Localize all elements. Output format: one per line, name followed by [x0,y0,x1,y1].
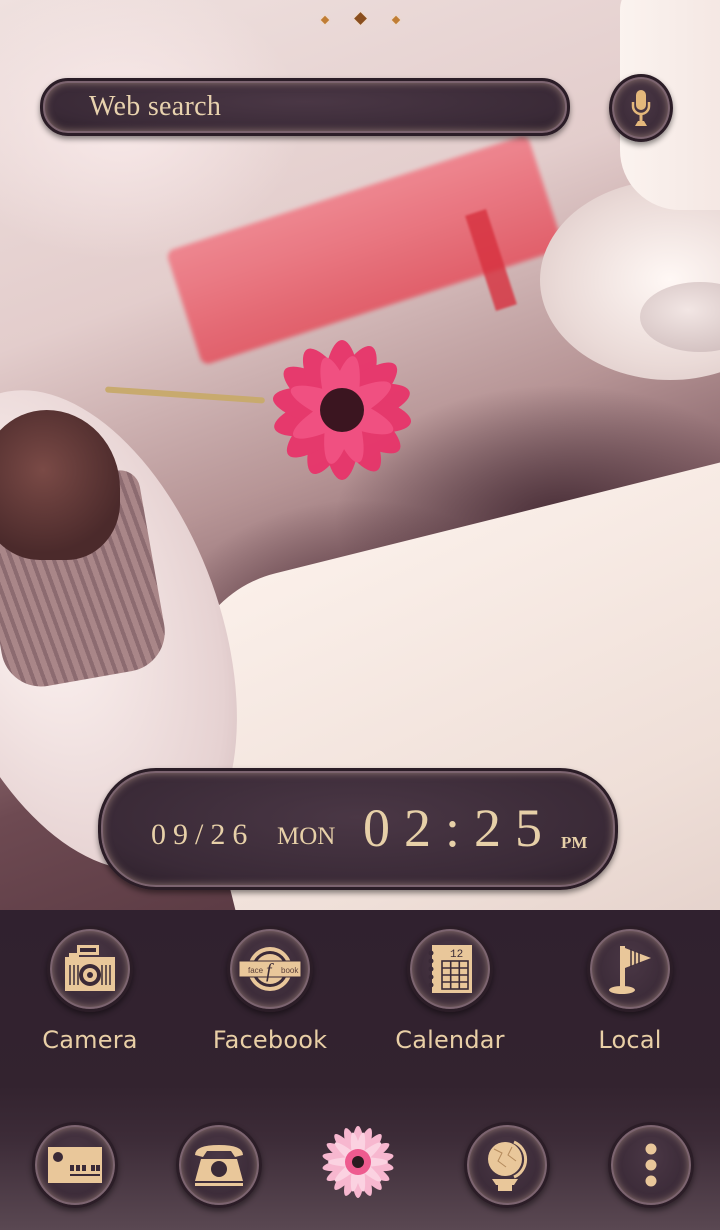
phone-icon [195,1145,243,1186]
voice-search-button[interactable] [609,74,673,142]
calendar-badge[interactable]: 12 [407,926,493,1012]
dock-more[interactable] [608,1122,694,1208]
page-indicator [0,10,720,28]
app-local[interactable]: Local [565,926,695,1054]
app-label: Camera [42,1026,138,1054]
facebook-icon-text-right: book [281,966,299,975]
facebook-icon-text-left: face [248,966,264,975]
flag-icon [609,946,651,994]
camera-icon [65,945,115,991]
web-search-bar[interactable]: Web search [40,78,570,136]
clock-time: 02:25 [363,798,557,858]
dock-browser[interactable] [464,1122,550,1208]
page-dot [391,15,400,25]
more-icon [645,1143,657,1187]
calendar-icon-date: 12 [450,949,463,961]
flower-app-drawer-icon [322,1126,394,1198]
mail-icon [48,1147,102,1183]
wallpaper-flower [272,340,412,480]
clock-ampm: PM [561,833,588,852]
camera-badge[interactable] [47,926,133,1012]
facebook-badge[interactable]: face book f [227,926,313,1012]
app-calendar[interactable]: 12 Calendar [385,926,515,1054]
app-label: Facebook [212,1026,328,1054]
app-label: Calendar [395,1026,505,1054]
search-placeholder: Web search [89,91,222,122]
app-facebook[interactable]: face book f Facebook [205,926,335,1054]
microphone-icon [631,90,651,126]
clock-day: MON [277,823,336,850]
page-dot-active [353,12,367,25]
app-camera[interactable]: Camera [25,926,155,1054]
dock-phone[interactable] [176,1122,262,1208]
clock-widget[interactable]: 09/26 MON 02:25 PM [98,768,618,890]
calendar-icon: 12 [428,945,472,993]
dock-app-drawer[interactable] [318,1122,398,1202]
dock-mail[interactable] [32,1122,118,1208]
local-badge[interactable] [587,926,673,1012]
app-label: Local [598,1026,662,1054]
page-dot [320,15,329,25]
globe-icon [488,1140,528,1191]
facebook-icon: face book f [238,947,302,991]
clock-date: 09/26 [151,818,255,851]
